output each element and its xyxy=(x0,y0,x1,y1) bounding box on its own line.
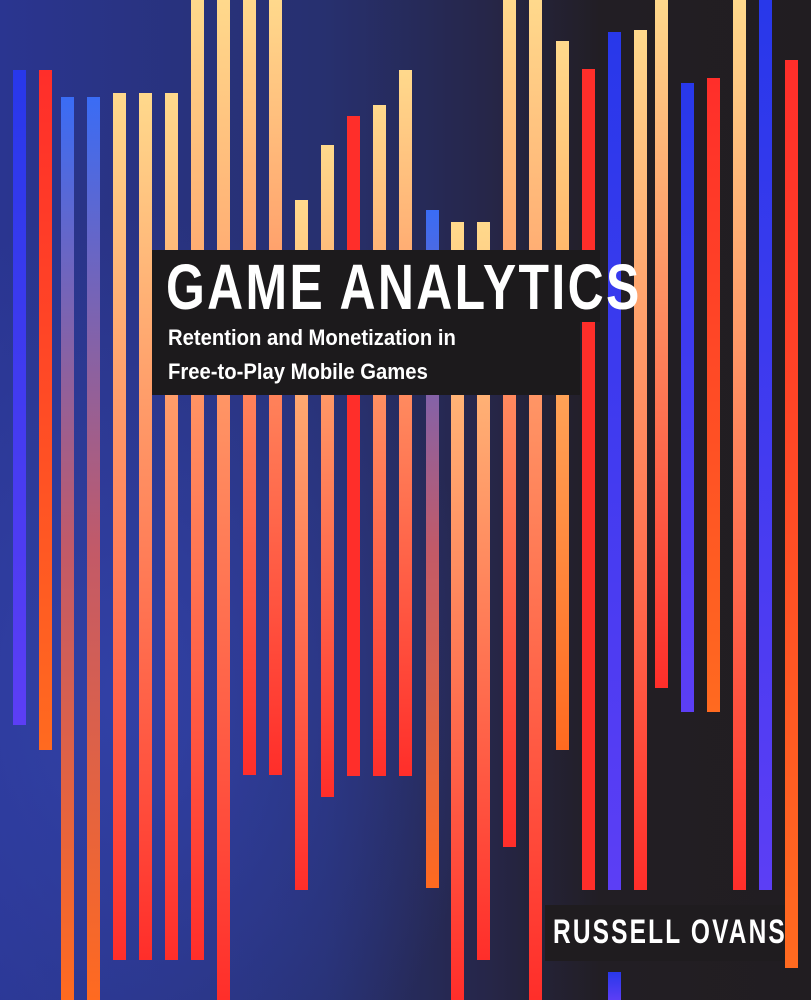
decorative-bar xyxy=(164,93,178,960)
decorative-bar xyxy=(138,93,152,960)
decorative-bar xyxy=(633,30,647,890)
decorative-bar xyxy=(502,0,516,847)
decorative-bar xyxy=(528,0,542,1000)
decorative-bar xyxy=(320,145,334,797)
decorative-bar xyxy=(346,116,360,776)
decorative-bar xyxy=(112,93,126,960)
decorative-bar-pattern xyxy=(0,0,811,1000)
decorative-bar xyxy=(190,0,204,960)
author-name: RUSSELL OVANS xyxy=(553,913,787,951)
decorative-bar xyxy=(372,105,386,776)
decorative-bar xyxy=(581,69,595,890)
decorative-bar xyxy=(784,60,798,968)
decorative-bar xyxy=(654,0,668,688)
book-subtitle-line-2: Free-to-Play Mobile Games xyxy=(168,359,428,384)
decorative-bar xyxy=(216,0,230,1000)
decorative-bar xyxy=(398,70,412,776)
decorative-bar xyxy=(607,32,621,890)
decorative-bar xyxy=(555,41,569,750)
book-subtitle-line-1: Retention and Monetization in xyxy=(168,325,456,350)
decorative-bar xyxy=(706,78,720,712)
decorative-bar xyxy=(12,70,26,725)
book-title: GAME ANALYTICS xyxy=(166,251,642,323)
decorative-bar xyxy=(60,97,74,1000)
decorative-bar xyxy=(86,97,100,1000)
decorative-bar xyxy=(758,0,772,890)
decorative-bar xyxy=(680,83,694,712)
decorative-bar xyxy=(732,0,746,890)
decorative-bar xyxy=(607,972,621,1000)
decorative-bar xyxy=(38,70,52,750)
